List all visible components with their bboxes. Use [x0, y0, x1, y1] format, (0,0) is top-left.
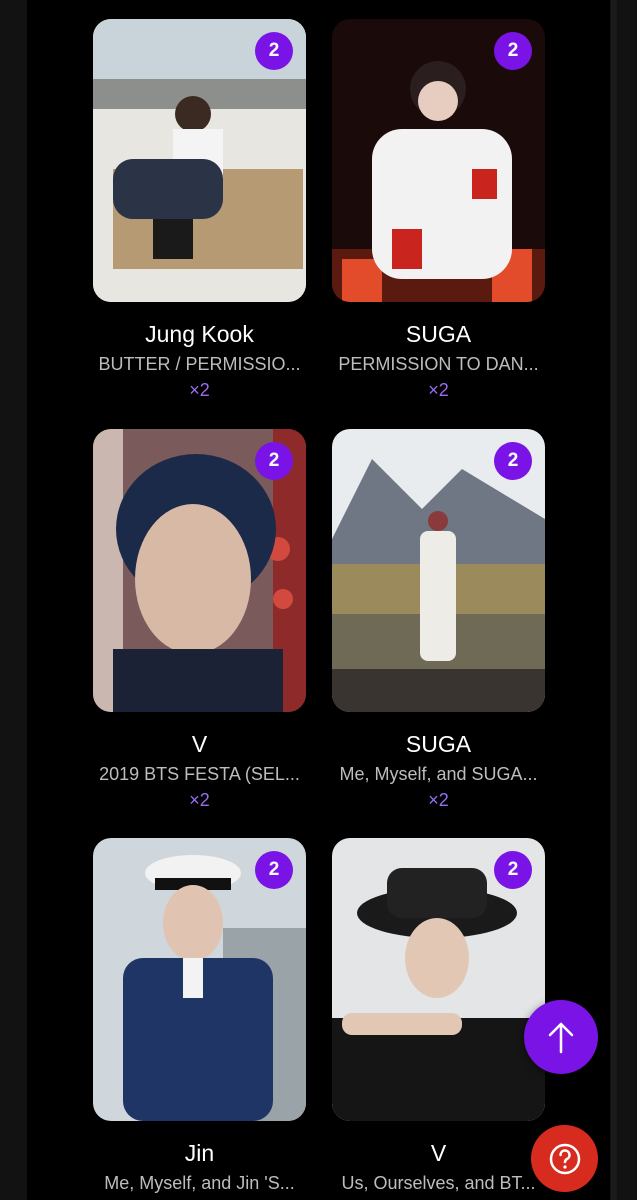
- card-name: Jung Kook: [145, 321, 254, 347]
- card-photo: 2: [332, 429, 545, 712]
- card-title: Us, Ourselves, and BT...: [341, 1173, 536, 1193]
- card-photo: 2: [332, 838, 545, 1121]
- card-photo: 2: [93, 429, 306, 712]
- arrow-up-icon: [548, 1022, 574, 1054]
- photocard-item[interactable]: 2 Jung Kook BUTTER / PERMISSIO... ×2: [93, 19, 306, 401]
- count-badge: 2: [255, 32, 293, 70]
- count-badge: 2: [494, 32, 532, 70]
- card-quantity: ×2: [428, 790, 449, 810]
- card-photo: 2: [93, 838, 306, 1121]
- count-badge: 2: [494, 442, 532, 480]
- card-title: Me, Myself, and SUGA...: [339, 764, 538, 784]
- photocard-item[interactable]: 2 V 2019 BTS FESTA (SEL... ×2: [93, 429, 306, 811]
- help-button[interactable]: [531, 1125, 598, 1192]
- card-name: SUGA: [405, 731, 472, 757]
- photocard-item[interactable]: 2 V Us, Ourselves, and BT...: [332, 838, 545, 1195]
- photocard-item[interactable]: 2 SUGA PERMISSION TO DAN... ×2: [332, 19, 545, 401]
- card-name: Jin: [184, 1140, 215, 1166]
- card-title: PERMISSION TO DAN...: [338, 354, 539, 374]
- photocard-item[interactable]: 2 SUGA Me, Myself, and SUGA... ×2: [332, 429, 545, 811]
- card-quantity: ×2: [189, 790, 210, 810]
- card-photo: 2: [93, 19, 306, 302]
- card-quantity: ×2: [428, 380, 449, 400]
- count-badge: 2: [255, 851, 293, 889]
- card-name: V: [430, 1140, 447, 1166]
- count-badge: 2: [255, 442, 293, 480]
- count-badge: 2: [494, 851, 532, 889]
- card-name: SUGA: [405, 321, 472, 347]
- scrollbar[interactable]: [611, 0, 617, 1200]
- scroll-to-top-button[interactable]: [524, 1000, 598, 1074]
- left-gutter: [0, 0, 27, 1200]
- card-name: V: [191, 731, 208, 757]
- card-title: BUTTER / PERMISSIO...: [98, 354, 301, 374]
- photocard-item[interactable]: 2 Jin Me, Myself, and Jin 'S...: [93, 838, 306, 1195]
- card-title: Me, Myself, and Jin 'S...: [104, 1173, 295, 1193]
- card-quantity: ×2: [189, 380, 210, 400]
- question-circle-icon: [549, 1143, 580, 1174]
- card-title: 2019 BTS FESTA (SEL...: [99, 764, 300, 784]
- card-photo: 2: [332, 19, 545, 302]
